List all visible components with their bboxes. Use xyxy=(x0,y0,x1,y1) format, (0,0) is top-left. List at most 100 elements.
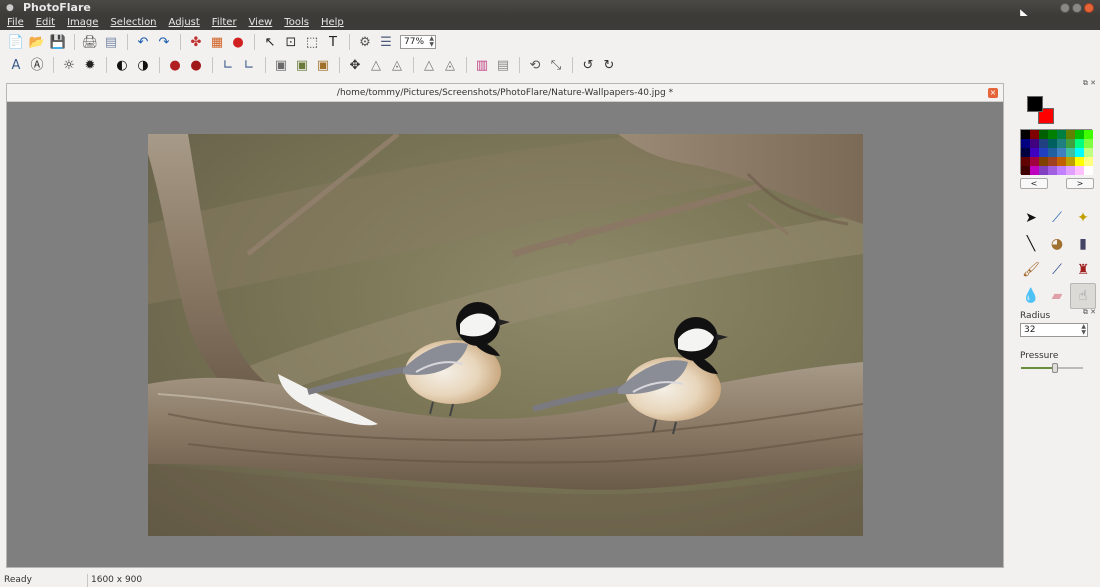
palette-color-cell[interactable] xyxy=(1030,157,1039,166)
paintbrush-tool[interactable]: 🖌 xyxy=(1018,257,1044,283)
sharpen-button[interactable]: △ xyxy=(366,55,386,75)
flip-horizontal-button[interactable]: △ xyxy=(419,55,439,75)
menu-tools[interactable]: Tools xyxy=(284,16,309,30)
brightness-up-button[interactable]: ☼ xyxy=(59,55,79,75)
palette-color-cell[interactable] xyxy=(1057,157,1066,166)
palette-color-cell[interactable] xyxy=(1066,157,1075,166)
magic-wand-tool[interactable]: ✦ xyxy=(1070,205,1096,231)
gradient-gray-button[interactable]: ▤ xyxy=(493,55,513,75)
blur-button[interactable]: ◬ xyxy=(387,55,407,75)
palette-color-cell[interactable] xyxy=(1084,148,1093,157)
image-sepia-button[interactable]: ▣ xyxy=(313,55,333,75)
palette-color-cell[interactable] xyxy=(1048,139,1057,148)
palette-color-cell[interactable] xyxy=(1066,130,1075,139)
zoom-spin-arrows[interactable]: ▲ ▼ xyxy=(429,36,434,48)
menu-image[interactable]: Image xyxy=(67,16,98,30)
red-eye-button[interactable]: ● xyxy=(165,55,185,75)
palette-color-cell[interactable] xyxy=(1039,148,1048,157)
palette-color-cell[interactable] xyxy=(1039,166,1048,175)
pointer-button[interactable]: ↖ xyxy=(260,32,280,52)
palette-color-cell[interactable] xyxy=(1075,130,1084,139)
palette-color-cell[interactable] xyxy=(1039,157,1048,166)
palette-color-cell[interactable] xyxy=(1084,139,1093,148)
palette-color-cell[interactable] xyxy=(1075,157,1084,166)
move-button[interactable]: ✥ xyxy=(345,55,365,75)
radius-spin-arrows[interactable]: ▲ ▼ xyxy=(1081,324,1086,336)
menu-help[interactable]: Help xyxy=(321,16,344,30)
palette-color-cell[interactable] xyxy=(1030,130,1039,139)
close-window-button[interactable] xyxy=(1084,3,1094,13)
palette-color-cell[interactable] xyxy=(1030,148,1039,157)
transform-button[interactable]: ⤡ xyxy=(546,55,566,75)
rotate-cw-button[interactable]: ↻ xyxy=(599,55,619,75)
line-tool-tool[interactable]: ╲ xyxy=(1018,231,1044,257)
palette-color-cell[interactable] xyxy=(1030,139,1039,148)
palette-color-cell[interactable] xyxy=(1057,166,1066,175)
palette-color-cell[interactable] xyxy=(1048,166,1057,175)
palette-prev-button[interactable]: < xyxy=(1020,178,1048,189)
palette-color-cell[interactable] xyxy=(1039,130,1048,139)
palette-color-cell[interactable] xyxy=(1048,130,1057,139)
contrast-button[interactable]: ◐ xyxy=(112,55,132,75)
brightness-down-button[interactable]: ✹ xyxy=(80,55,100,75)
maximize-button[interactable] xyxy=(1072,3,1082,13)
palette-color-cell[interactable] xyxy=(1057,130,1066,139)
palette-color-cell[interactable] xyxy=(1066,148,1075,157)
saturation-button[interactable]: ● xyxy=(186,55,206,75)
palette-color-cell[interactable] xyxy=(1084,130,1093,139)
palette-color-cell[interactable] xyxy=(1021,139,1030,148)
print-button[interactable]: 🖨 xyxy=(80,32,100,52)
image-grayscale-button[interactable]: ▣ xyxy=(271,55,291,75)
palette-color-cell[interactable] xyxy=(1084,157,1093,166)
image-canvas[interactable] xyxy=(7,102,1003,567)
blur-drop-tool[interactable]: 💧 xyxy=(1018,283,1044,309)
minimize-button[interactable] xyxy=(1060,3,1070,13)
save-button[interactable]: 💾 xyxy=(48,32,68,52)
eraser-tool[interactable]: ▰ xyxy=(1044,283,1070,309)
palette-color-cell[interactable] xyxy=(1048,157,1057,166)
palette-color-cell[interactable] xyxy=(1066,139,1075,148)
zoom-spinbox[interactable]: 77% ▲ ▼ xyxy=(400,35,436,49)
settings-gear-button[interactable]: ⚙ xyxy=(355,32,375,52)
palette-color-cell[interactable] xyxy=(1084,166,1093,175)
rotate-left-angle-button[interactable]: ∟ xyxy=(218,55,238,75)
pressure-slider[interactable] xyxy=(1021,363,1083,373)
palette-color-cell[interactable] xyxy=(1021,157,1030,166)
foreground-color-swatch[interactable] xyxy=(1027,96,1043,112)
palette-color-cell[interactable] xyxy=(1057,148,1066,157)
color-panel-dock-buttons[interactable]: ⧉ ✕ xyxy=(1076,80,1096,87)
color-balance-button[interactable]: ● xyxy=(228,32,248,52)
paint-bucket-tool[interactable]: ◕ xyxy=(1044,231,1070,257)
color-palette[interactable] xyxy=(1020,129,1093,175)
rotate-right-angle-button[interactable]: ∟ xyxy=(239,55,259,75)
gradient-color-button[interactable]: ▥ xyxy=(472,55,492,75)
brush-panel-dock-buttons[interactable]: ⧉ ✕ xyxy=(1076,309,1096,316)
spray-can-tool[interactable]: ▮ xyxy=(1070,231,1096,257)
photo-image[interactable] xyxy=(148,134,863,536)
palette-next-button[interactable]: > xyxy=(1066,178,1094,189)
palette-color-cell[interactable] xyxy=(1021,130,1030,139)
font-a-button[interactable]: 𝖠 xyxy=(6,55,26,75)
layers-button[interactable]: ☰ xyxy=(376,32,396,52)
palette-color-cell[interactable] xyxy=(1039,139,1048,148)
stamp-tool[interactable]: ♜ xyxy=(1070,257,1096,283)
menu-edit[interactable]: Edit xyxy=(36,16,55,30)
menu-file[interactable]: File xyxy=(7,16,24,30)
font-stylize-button[interactable]: Ⓐ xyxy=(27,55,47,75)
open-folder-button[interactable]: 📂 xyxy=(27,32,47,52)
palette-color-cell[interactable] xyxy=(1057,139,1066,148)
contrast-invert-button[interactable]: ◑ xyxy=(133,55,153,75)
menu-filter[interactable]: Filter xyxy=(212,16,237,30)
pointer-tool-tool[interactable]: ➤ xyxy=(1018,205,1044,231)
eyedropper-tool[interactable]: ⟋ xyxy=(1044,205,1070,231)
close-document-button[interactable]: × xyxy=(988,88,998,98)
palette-color-cell[interactable] xyxy=(1021,148,1030,157)
palette-color-cell[interactable] xyxy=(1075,139,1084,148)
flip-vertical-button[interactable]: ◬ xyxy=(440,55,460,75)
palette-color-cell[interactable] xyxy=(1066,166,1075,175)
select-rect-button[interactable]: ⬚ xyxy=(302,32,322,52)
color-picker-button[interactable]: ✤ xyxy=(186,32,206,52)
print-preview-button[interactable]: ▤ xyxy=(101,32,121,52)
palette-color-cell[interactable] xyxy=(1075,148,1084,157)
text-tool-button[interactable]: T xyxy=(323,32,343,52)
